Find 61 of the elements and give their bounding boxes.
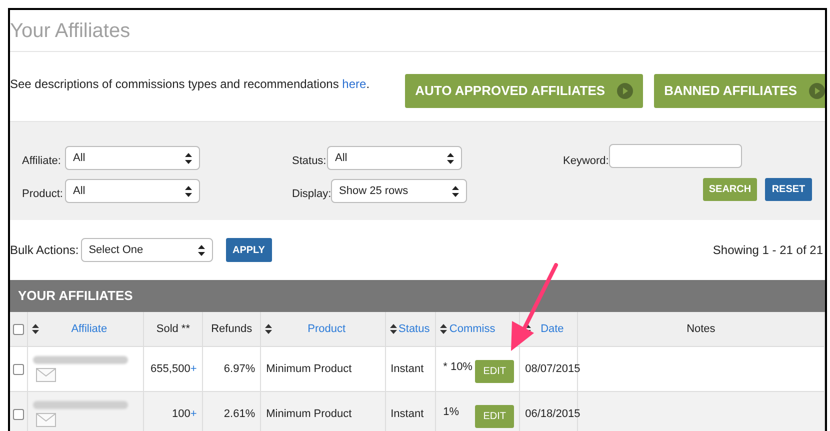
search-button[interactable]: SEARCH — [703, 178, 757, 201]
status-select[interactable]: All — [327, 146, 462, 170]
commission-rate: 1% — [443, 405, 460, 420]
filter-link-button[interactable]: BANNED AFFILIATES — [654, 74, 825, 108]
sort-icon — [32, 324, 39, 334]
here-link[interactable]: here — [342, 77, 366, 91]
row-checkbox[interactable] — [12, 408, 24, 420]
row-checkbox[interactable] — [12, 364, 24, 374]
column-header[interactable]: Product — [308, 322, 346, 335]
column-header: Refunds — [210, 322, 254, 337]
caret-icon — [185, 152, 192, 164]
field-label: Keyword: — [563, 154, 609, 169]
field-label: Status: — [292, 154, 326, 169]
edit-button[interactable]: EDIT — [475, 360, 514, 382]
table-title-bar: YOUR AFFILIATES — [10, 280, 825, 312]
caret-icon — [185, 186, 192, 196]
status-text: Instant — [390, 406, 424, 422]
field-label: Display: — [292, 187, 332, 202]
edit-button[interactable]: EDIT — [475, 404, 514, 428]
affiliate-select[interactable]: All — [65, 146, 200, 170]
refund-rate: 2.61% — [224, 406, 256, 422]
select-all-checkbox[interactable] — [12, 324, 24, 334]
field-label: Product: — [22, 187, 63, 202]
caret-icon — [452, 186, 459, 196]
envelope-icon[interactable] — [36, 413, 56, 427]
page-title: Your Affiliates — [10, 10, 825, 52]
date-text: 06/18/2015 — [525, 406, 580, 422]
reset-button[interactable]: RESET — [765, 178, 812, 201]
play-icon — [617, 83, 634, 99]
column-header: Sold ** — [155, 322, 191, 337]
status-text: Instant — [390, 362, 424, 377]
product-name: Minimum Product — [266, 406, 352, 422]
apply-button[interactable]: APPLY — [226, 238, 272, 262]
bulk-action-select[interactable]: Select One — [80, 238, 213, 262]
field-label: Bulk Actions: — [10, 242, 79, 259]
column-header: Notes — [686, 322, 716, 337]
column-header[interactable]: Affiliate — [71, 322, 108, 335]
date-text: 08/07/2015 — [525, 362, 580, 377]
column-header[interactable]: Commiss — [449, 322, 496, 335]
filter-link-button[interactable]: AUTO APPROVED AFFILIATES — [405, 74, 644, 108]
play-icon — [809, 83, 825, 99]
sort-icon — [440, 324, 448, 334]
caret-icon — [447, 152, 454, 164]
caret-icon — [198, 244, 205, 256]
field-label: Affiliate: — [22, 154, 61, 169]
product-select[interactable]: All — [65, 179, 200, 203]
sort-icon — [390, 324, 397, 334]
keyword-field[interactable] — [609, 144, 742, 168]
sold-amount: 100+ — [172, 406, 197, 422]
pagination-summary: Showing 1 - 21 of 21 — [712, 242, 823, 259]
sort-icon — [524, 324, 532, 334]
column-header[interactable]: Status — [398, 322, 430, 335]
description-text: See descriptions of commissions types and recommendations here. — [10, 76, 370, 93]
sold-amount: 655,500+ — [150, 362, 197, 377]
envelope-icon[interactable] — [36, 368, 56, 382]
commission-rate: * 10% — [443, 360, 472, 375]
column-header[interactable]: Date — [540, 322, 564, 335]
refund-rate: 6.97% — [224, 362, 256, 377]
product-name: Minimum Product — [266, 362, 352, 377]
sort-icon — [265, 324, 272, 334]
display-select[interactable]: Show 25 rows — [331, 179, 467, 203]
